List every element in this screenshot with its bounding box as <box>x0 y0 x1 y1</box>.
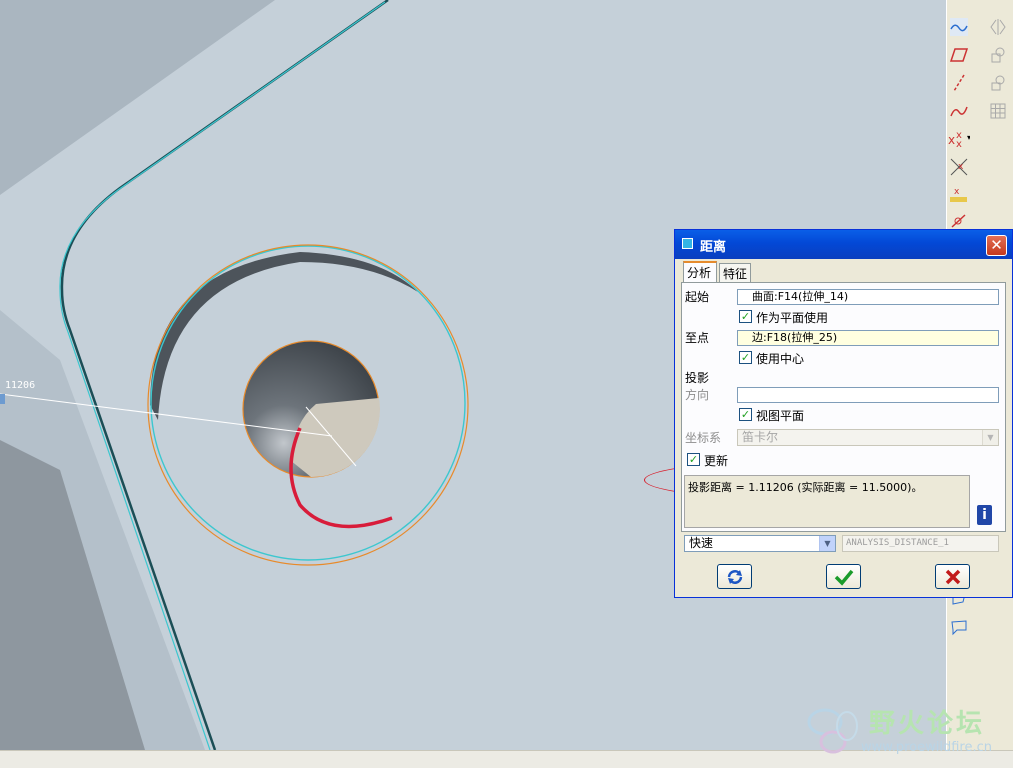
svg-text:x: x <box>948 133 955 147</box>
use-center-label: 使用中心 <box>756 352 805 366</box>
refresh-icon <box>727 569 742 584</box>
field-point-icon[interactable]: x <box>948 184 970 206</box>
butterfly-logo-icon <box>807 708 858 754</box>
cancel-button[interactable] <box>935 564 970 589</box>
svg-text:x: x <box>958 162 964 172</box>
mirror-icon[interactable] <box>987 16 1009 38</box>
dimension-label: 11206 <box>5 380 36 391</box>
dialog-app-icon <box>682 238 693 249</box>
forum-watermark: 野火论坛 www.proewildfire.cn <box>803 700 1008 762</box>
ok-button[interactable] <box>826 564 861 589</box>
svg-text:▾: ▾ <box>967 133 970 142</box>
copy-icon[interactable] <box>987 44 1009 66</box>
svg-text:x: x <box>954 187 960 197</box>
offset-point-icon[interactable]: x <box>948 156 970 178</box>
tab-analysis[interactable]: 分析 <box>683 261 717 282</box>
repeat-button[interactable] <box>717 564 752 589</box>
from-label: 起始 <box>685 290 710 304</box>
to-field[interactable]: 边:F18(拉伸_25) <box>737 330 999 346</box>
distance-dialog: 距离 ✕ 分析 特征 起始 曲面:F14(拉伸_14) ✓ 作为平面使用 至点 … <box>674 229 1013 598</box>
svg-text:x: x <box>956 139 962 148</box>
grid-icon[interactable] <box>987 100 1009 122</box>
mode-value: 快速 <box>689 536 714 550</box>
use-as-plane-checkbox[interactable]: ✓ <box>739 310 752 323</box>
direction-field[interactable] <box>737 387 999 403</box>
csys-select[interactable]: 笛卡尔 ▼ <box>737 429 999 446</box>
csys-value: 笛卡尔 <box>742 430 779 444</box>
close-icon <box>945 569 960 584</box>
dimension-marker <box>0 394 5 404</box>
csys-label: 坐标系 <box>685 431 722 445</box>
close-button[interactable]: ✕ <box>986 235 1007 256</box>
projection-label: 投影 <box>685 371 710 385</box>
direction-label: 方向 <box>685 388 710 402</box>
sketch-curve-icon[interactable] <box>948 100 970 122</box>
pattern-icon[interactable] <box>987 72 1009 94</box>
info-icon[interactable]: i <box>977 505 992 525</box>
result-box: 投影距离 = 1.11206 (实际距离 = 11.5000)。 <box>684 475 970 528</box>
use-as-plane-label: 作为平面使用 <box>756 311 829 325</box>
check-icon <box>834 569 853 586</box>
result-text: 投影距离 = 1.11206 (实际距离 = 11.5000)。 <box>688 481 923 494</box>
curve-icon[interactable] <box>948 16 970 38</box>
update-label: 更新 <box>704 454 729 468</box>
axis-icon[interactable] <box>948 72 970 94</box>
dialog-title: 距离 <box>700 240 727 255</box>
note-icon[interactable] <box>948 616 970 638</box>
use-center-checkbox[interactable]: ✓ <box>739 351 752 364</box>
update-checkbox[interactable]: ✓ <box>687 453 700 466</box>
view-plane-label: 视图平面 <box>756 409 805 423</box>
analysis-name-field[interactable]: ANALYSIS_DISTANCE_1 <box>842 535 999 552</box>
from-field[interactable]: 曲面:F14(拉伸_14) <box>737 289 999 305</box>
mode-select[interactable]: 快速 ▼ <box>684 535 836 552</box>
dialog-titlebar[interactable]: 距离 ✕ <box>675 230 1012 259</box>
plane-icon[interactable] <box>948 44 970 66</box>
watermark-title: 野火论坛 <box>869 709 986 739</box>
chevron-down-icon: ▼ <box>982 430 998 445</box>
point-icon[interactable]: x x x ▾ <box>948 128 970 150</box>
chevron-down-icon: ▼ <box>819 536 835 551</box>
to-label: 至点 <box>685 331 710 345</box>
view-plane-checkbox[interactable]: ✓ <box>739 408 752 421</box>
tab-feature[interactable]: 特征 <box>719 263 751 282</box>
watermark-url: www.proewildfire.cn <box>861 740 992 755</box>
